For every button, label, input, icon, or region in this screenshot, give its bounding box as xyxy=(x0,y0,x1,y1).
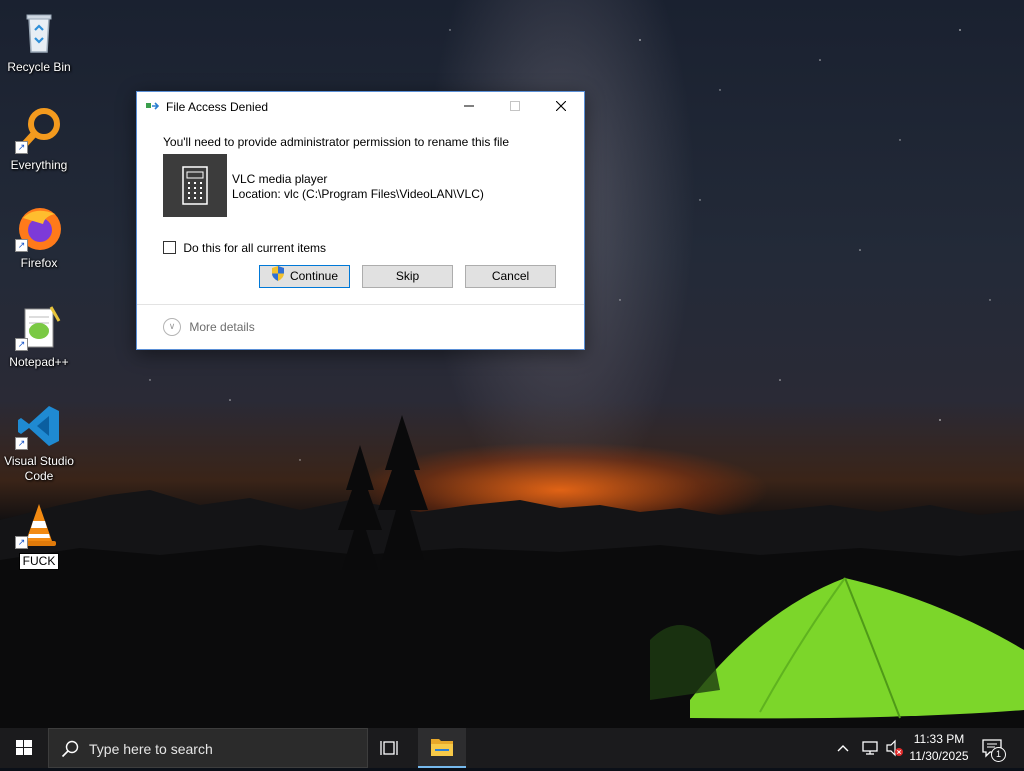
apply-to-all-label[interactable]: Do this for all current items xyxy=(183,241,326,255)
desktop-icon-notepad-plus-plus[interactable]: ↗ Notepad++ xyxy=(2,303,76,370)
skip-button[interactable]: Skip xyxy=(362,265,453,288)
recycle-bin-icon xyxy=(15,8,63,56)
minimize-button[interactable] xyxy=(446,92,492,122)
task-view-icon xyxy=(380,741,398,755)
vscode-icon: ↗ xyxy=(15,402,63,450)
rename-edit-box[interactable]: FUCK xyxy=(18,553,60,570)
desktop-icon-label: Firefox xyxy=(20,256,58,270)
desktop-icon-everything[interactable]: ↗ Everything xyxy=(2,106,76,173)
desktop-icon-firefox[interactable]: ↗ Firefox xyxy=(2,204,76,271)
network-icon[interactable] xyxy=(862,740,880,759)
uac-shield-icon xyxy=(271,266,285,288)
task-view-button[interactable] xyxy=(370,728,414,768)
file-access-denied-dialog: File Access Denied You'll need to provid… xyxy=(136,91,585,350)
dialog-divider xyxy=(137,304,584,305)
volume-muted-icon[interactable] xyxy=(886,739,904,760)
notepad-plus-plus-icon: ↗ xyxy=(15,303,63,351)
file-move-icon xyxy=(146,101,160,113)
file-thumbnail xyxy=(163,154,227,217)
system-clock[interactable]: 11:33 PM 11/30/2025 xyxy=(904,731,974,765)
maximize-icon xyxy=(510,101,520,111)
apply-to-all-checkbox-row[interactable]: Do this for all current items xyxy=(163,240,326,255)
folder-icon xyxy=(431,739,453,756)
desktop-icon-label: Visual Studio Code xyxy=(4,454,74,483)
chevron-down-icon: ∨ xyxy=(163,318,181,336)
shortcut-arrow-icon: ↗ xyxy=(15,437,28,450)
shortcut-arrow-icon: ↗ xyxy=(15,239,28,252)
desktop-icon-vlc-renamed[interactable]: ↗ FUCK xyxy=(2,501,76,570)
firefox-icon: ↗ xyxy=(15,204,63,252)
file-location: Location: vlc (C:\Program Files\VideoLAN… xyxy=(232,187,484,201)
shortcut-arrow-icon: ↗ xyxy=(15,338,28,351)
dialog-title: File Access Denied xyxy=(166,100,269,114)
desktop-icon-label: Notepad++ xyxy=(9,355,69,369)
taskbar: Type here to search 11:33 PM 11/30/2025 … xyxy=(0,728,1024,768)
dialog-titlebar[interactable]: File Access Denied xyxy=(137,92,584,122)
action-center-button[interactable]: 1 xyxy=(982,738,1006,762)
shortcut-arrow-icon: ↗ xyxy=(15,536,28,549)
notification-count-badge: 1 xyxy=(991,747,1006,762)
show-hidden-icons-chevron-icon[interactable] xyxy=(836,738,850,761)
start-button[interactable] xyxy=(0,728,48,768)
more-details-label: More details xyxy=(189,320,255,334)
everything-search-icon: ↗ xyxy=(15,106,63,154)
search-icon xyxy=(61,740,79,761)
file-explorer-taskbar-button[interactable] xyxy=(418,728,466,768)
apply-to-all-checkbox[interactable] xyxy=(163,241,176,255)
vlc-cone-icon: ↗ xyxy=(15,501,63,549)
close-icon xyxy=(555,100,567,112)
windows-logo-icon xyxy=(16,740,32,755)
maximize-button xyxy=(492,92,538,122)
clock-date: 11/30/2025 xyxy=(909,749,969,763)
continue-label: Continue xyxy=(289,269,339,284)
search-placeholder: Type here to search xyxy=(89,741,213,757)
application-file-icon xyxy=(182,166,208,205)
continue-button[interactable]: Continue xyxy=(259,265,350,288)
clock-time: 11:33 PM xyxy=(913,732,965,746)
file-name: VLC media player xyxy=(232,172,328,186)
desktop-icon-visual-studio-code[interactable]: ↗ Visual Studio Code xyxy=(2,402,76,484)
desktop-icon-label: Recycle Bin xyxy=(7,60,71,74)
taskbar-search-box[interactable]: Type here to search xyxy=(48,728,368,768)
desktop-icon-label: Everything xyxy=(10,158,68,172)
close-button[interactable] xyxy=(538,92,584,122)
desktop-icon-recycle-bin[interactable]: Recycle Bin xyxy=(2,8,76,75)
more-details-toggle[interactable]: ∨ More details xyxy=(163,318,255,336)
minimize-icon xyxy=(464,105,474,107)
shortcut-arrow-icon: ↗ xyxy=(15,141,28,154)
permission-message: You'll need to provide administrator per… xyxy=(163,135,510,149)
cancel-button[interactable]: Cancel xyxy=(465,265,556,288)
